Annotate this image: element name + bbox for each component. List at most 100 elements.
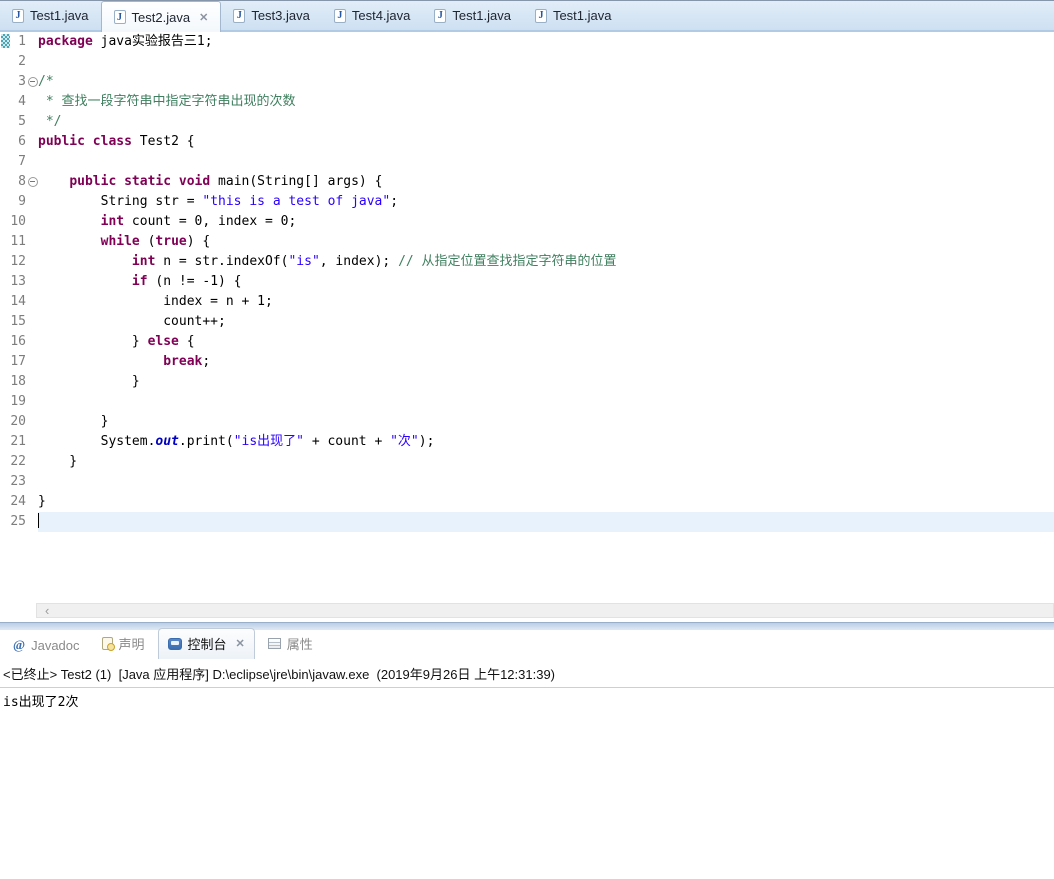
panel-tab-console[interactable]: 控制台 ✕	[157, 628, 255, 659]
code-line-text[interactable]	[38, 472, 1054, 492]
code-line[interactable]: 4 * 查找一段字符串中指定字符串出现的次数	[0, 92, 1054, 112]
line-gutter[interactable]: 4	[0, 92, 38, 112]
line-gutter[interactable]: 6	[0, 132, 38, 152]
code-line[interactable]: 3 /*	[0, 72, 1054, 92]
code-line-text[interactable]: if (n != -1) {	[38, 272, 1054, 292]
code-line-text[interactable]: }	[38, 412, 1054, 432]
code-line[interactable]: 13 if (n != -1) {	[0, 272, 1054, 292]
code-line[interactable]: 18 }	[0, 372, 1054, 392]
editor-tab-test3-java[interactable]: J Test3.java	[221, 1, 322, 30]
code-line[interactable]: 9 String str = "this is a test of java";	[0, 192, 1054, 212]
code-line-text[interactable]: /*	[38, 72, 1054, 92]
code-line-text[interactable]: }	[38, 492, 1054, 512]
code-line-text[interactable]: String str = "this is a test of java";	[38, 192, 1054, 212]
code-line-text[interactable]	[38, 512, 1054, 532]
line-gutter[interactable]: 15	[0, 312, 38, 332]
line-gutter[interactable]: 3	[0, 72, 38, 92]
panel-tab-properties[interactable]: 属性	[259, 629, 322, 659]
code-line-text[interactable]: index = n + 1;	[38, 292, 1054, 312]
close-icon[interactable]: ✕	[236, 637, 245, 650]
code-line[interactable]: 6 public class Test2 {	[0, 132, 1054, 152]
chevron-left-icon[interactable]: ‹	[37, 604, 57, 617]
code-line[interactable]: 10 int count = 0, index = 0;	[0, 212, 1054, 232]
line-gutter[interactable]: 23	[0, 472, 38, 492]
code-line[interactable]: 12 int n = str.indexOf("is", index); // …	[0, 252, 1054, 272]
code-line[interactable]: 11 while (true) {	[0, 232, 1054, 252]
panel-tab-javadoc[interactable]: @ Javadoc	[4, 632, 89, 659]
line-gutter[interactable]: 24	[0, 492, 38, 512]
scrollbar-track[interactable]: ‹	[36, 603, 1054, 618]
code-line-text[interactable]: public static void main(String[] args) {	[38, 172, 1054, 192]
editor-horizontal-scrollbar[interactable]: ‹	[0, 603, 1054, 618]
line-gutter[interactable]: 25	[0, 512, 38, 532]
code-line[interactable]: 16 } else {	[0, 332, 1054, 352]
line-gutter[interactable]: 9	[0, 192, 38, 212]
close-icon[interactable]: ✕	[199, 11, 208, 24]
code-line[interactable]: 1 package java实验报告三1;	[0, 32, 1054, 52]
code-line[interactable]: 21 System.out.print("is出现了" + count + "次…	[0, 432, 1054, 452]
code-line-text[interactable]: int n = str.indexOf("is", index); // 从指定…	[38, 252, 1054, 272]
line-gutter[interactable]: 17	[0, 352, 38, 372]
javadoc-icon: @	[13, 637, 26, 652]
code-line-text[interactable]: package java实验报告三1;	[38, 32, 1054, 52]
line-gutter[interactable]: 10	[0, 212, 38, 232]
code-line-text[interactable]: public class Test2 {	[38, 132, 1054, 152]
line-gutter[interactable]: 19	[0, 392, 38, 412]
line-gutter[interactable]: 16	[0, 332, 38, 352]
java-file-icon: J	[534, 8, 547, 23]
code-line[interactable]: 17 break;	[0, 352, 1054, 372]
panel-tab-declaration[interactable]: 声明	[93, 629, 154, 659]
line-gutter[interactable]: 21	[0, 432, 38, 452]
code-line-text[interactable]: count++;	[38, 312, 1054, 332]
code-editor[interactable]: 1 package java实验报告三1; 2 3/* 4 * 查找一段字符串中指定字符…	[0, 32, 1054, 603]
code-line[interactable]: 7	[0, 152, 1054, 172]
editor-tab-test4-java[interactable]: J Test4.java	[322, 1, 423, 30]
fold-collapse-icon[interactable]	[26, 72, 38, 92]
code-line[interactable]: 8 public static void main(String[] args)…	[0, 172, 1054, 192]
line-gutter[interactable]: 12	[0, 252, 38, 272]
code-line[interactable]: 19	[0, 392, 1054, 412]
code-line[interactable]: 23	[0, 472, 1054, 492]
editor-tab-test1-java[interactable]: J Test1.java	[0, 1, 101, 30]
code-line-text[interactable]: while (true) {	[38, 232, 1054, 252]
code-line-text[interactable]: */	[38, 112, 1054, 132]
line-gutter[interactable]: 20	[0, 412, 38, 432]
code-line[interactable]: 25	[0, 512, 1054, 532]
code-line-text[interactable]	[38, 152, 1054, 172]
line-gutter[interactable]: 7	[0, 152, 38, 172]
code-line[interactable]: 5 */	[0, 112, 1054, 132]
code-line-text[interactable]: } else {	[38, 332, 1054, 352]
code-line[interactable]: 22 }	[0, 452, 1054, 472]
editor-tab-test2-java[interactable]: J Test2.java ✕	[100, 1, 222, 32]
line-gutter[interactable]: 18	[0, 372, 38, 392]
line-gutter[interactable]: 13	[0, 272, 38, 292]
editor-tab-test1-java[interactable]: J Test1.java	[523, 1, 624, 30]
code-line[interactable]: 20 }	[0, 412, 1054, 432]
line-number: 6	[18, 134, 26, 149]
line-number: 18	[10, 374, 26, 389]
line-gutter[interactable]: 14	[0, 292, 38, 312]
line-gutter[interactable]: 5	[0, 112, 38, 132]
code-line-text[interactable]: int count = 0, index = 0;	[38, 212, 1054, 232]
code-line-text[interactable]	[38, 52, 1054, 72]
code-area[interactable]: 1 package java实验报告三1; 2 3/* 4 * 查找一段字符串中指定字符…	[0, 32, 1054, 532]
fold-collapse-icon[interactable]	[26, 172, 38, 192]
code-line-text[interactable]: System.out.print("is出现了" + count + "次");	[38, 432, 1054, 452]
line-gutter[interactable]: 2	[0, 52, 38, 72]
code-line[interactable]: 14 index = n + 1;	[0, 292, 1054, 312]
code-line-text[interactable]: }	[38, 372, 1054, 392]
line-gutter[interactable]: 11	[0, 232, 38, 252]
code-line-text[interactable]: * 查找一段字符串中指定字符串出现的次数	[38, 92, 1054, 112]
code-line-text[interactable]: }	[38, 452, 1054, 472]
line-gutter[interactable]: 8	[0, 172, 38, 192]
code-line[interactable]: 2	[0, 52, 1054, 72]
console-output[interactable]: is出现了2次	[0, 688, 1054, 712]
code-line-text[interactable]	[38, 392, 1054, 412]
editor-tab-test1-java[interactable]: J Test1.java	[422, 1, 523, 30]
line-gutter[interactable]: 22	[0, 452, 38, 472]
code-line[interactable]: 15 count++;	[0, 312, 1054, 332]
code-line[interactable]: 24}	[0, 492, 1054, 512]
code-line-text[interactable]: break;	[38, 352, 1054, 372]
